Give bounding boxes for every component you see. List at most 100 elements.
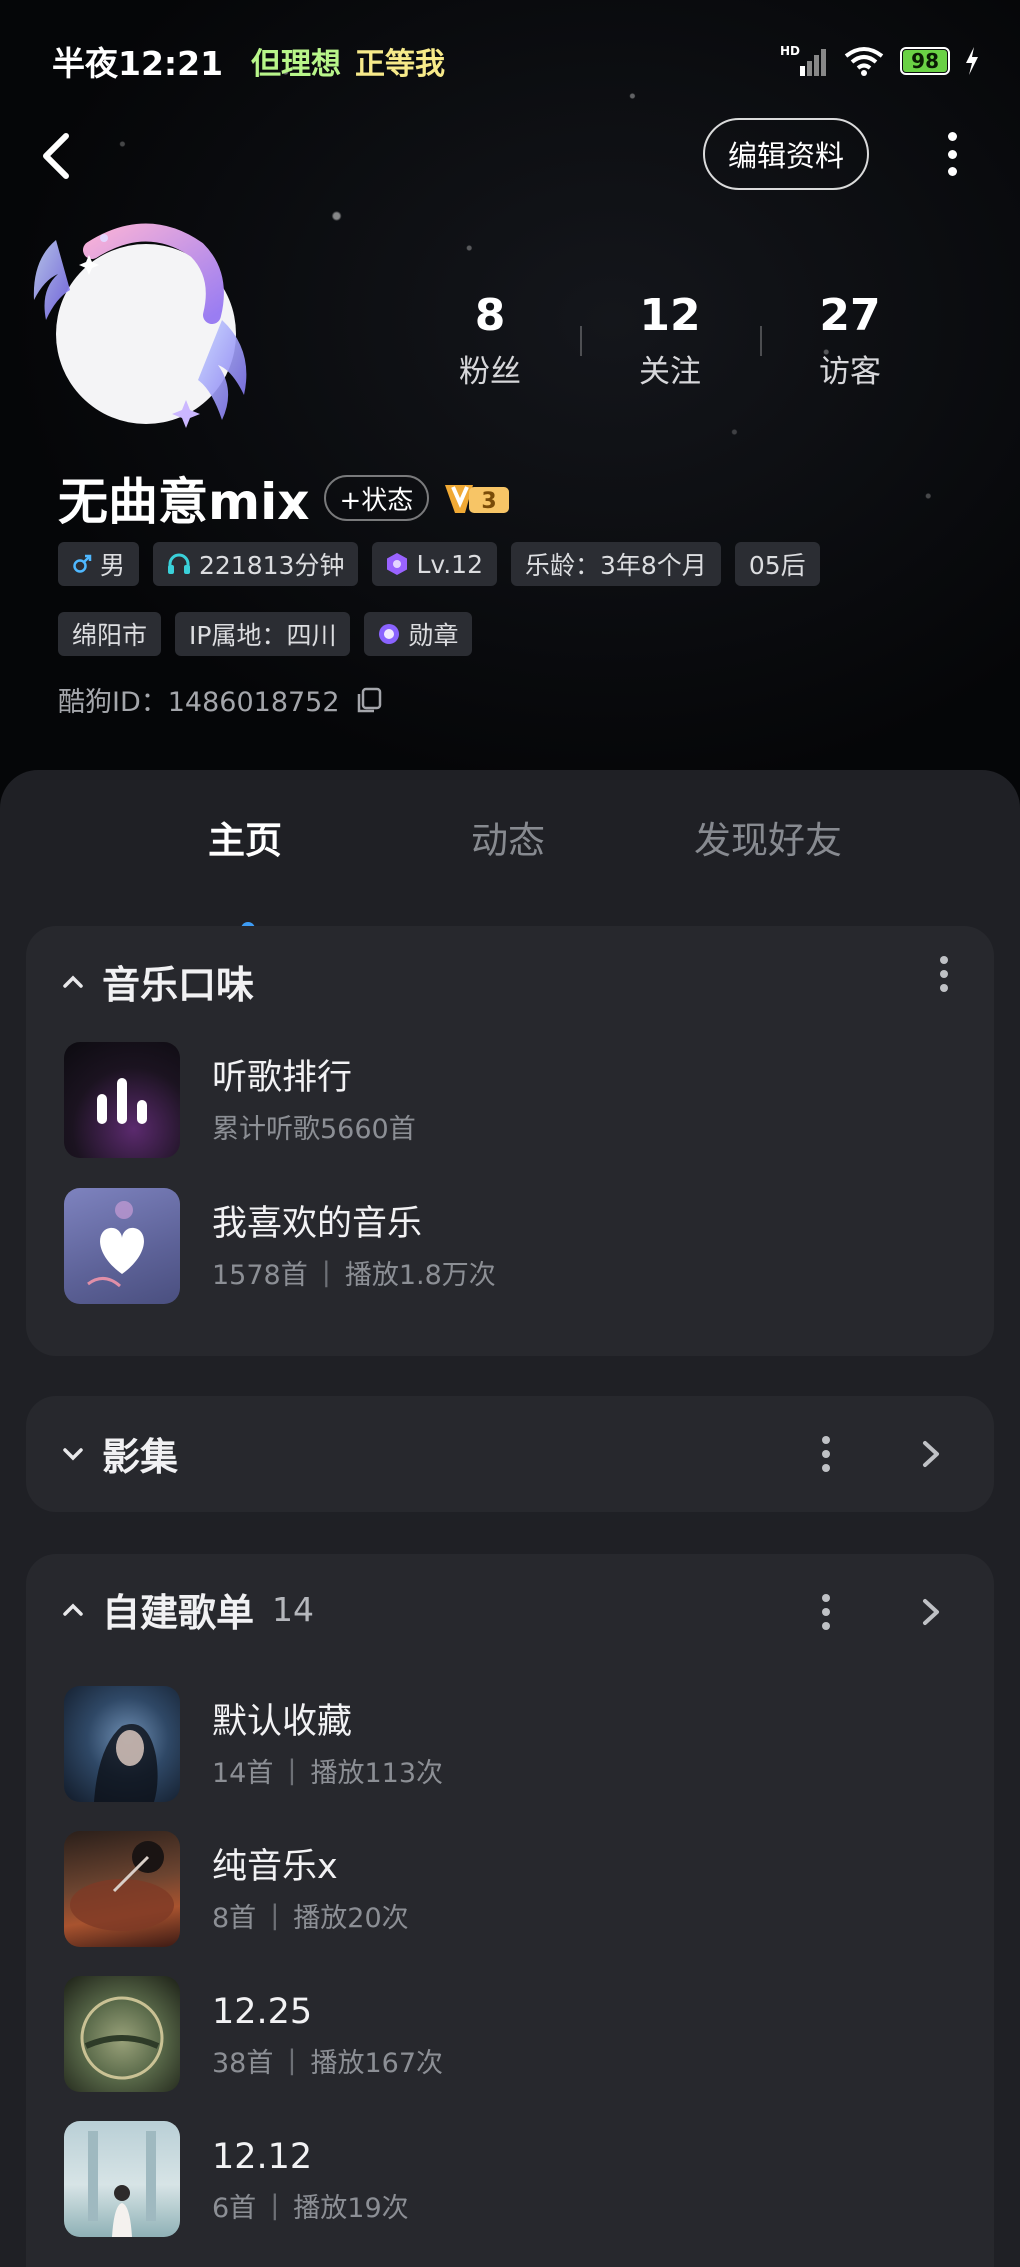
tag-level-label: Lv.12	[416, 549, 483, 579]
battery-level: 98	[903, 50, 947, 72]
stat-following-label: 关注	[639, 354, 701, 390]
tag-gender-label: 男	[100, 551, 126, 580]
stat-fans-value: 8	[474, 290, 506, 341]
list-item-title: 我喜欢的音乐	[212, 1203, 423, 1244]
landscape-circle-icon	[80, 1996, 164, 2080]
playlists-more-icon[interactable]	[820, 1594, 832, 1630]
heart-icon	[87, 1201, 144, 1288]
stat-following[interactable]: 12 关注	[580, 288, 760, 391]
playlist-subtitle: 14首 | 播放113次	[212, 1754, 444, 1789]
album-header[interactable]: 影集	[62, 1426, 178, 1481]
tag-medals-label: 勋章	[408, 621, 459, 650]
signal-icon: HD	[780, 44, 827, 76]
list-item-subtitle: 累计听歌5660首	[212, 1113, 416, 1145]
tab-feed[interactable]: 动态	[471, 810, 545, 864]
list-item-subtitle: 1578首 | 播放1.8万次	[212, 1256, 496, 1291]
list-item-liked-music[interactable]: 我喜欢的音乐 1578首 | 播放1.8万次	[64, 1188, 944, 1304]
listening-rank-cover	[64, 1042, 180, 1158]
playlist-title: 默认收藏	[212, 1701, 353, 1742]
avatar-frame-decoration	[33, 223, 247, 428]
profile-content-sheet: 主页 动态 发现好友 音乐口味 听歌排行 累计听歌5660首 我喜欢的音乐 15…	[0, 770, 1020, 2267]
playlists-count: 14	[272, 1590, 315, 1629]
playlists-header[interactable]: 自建歌单 14	[62, 1582, 314, 1637]
playlist-cover	[64, 2121, 180, 2237]
playlists-card: 自建歌单 14 默认收藏 14首 | 播放113次 纯音乐x 8首 | 播放20…	[26, 1554, 994, 2267]
list-item-title: 听歌排行	[212, 1057, 353, 1098]
stat-fans[interactable]: 8 粉丝	[400, 288, 580, 391]
stat-visitors[interactable]: 27 访客	[760, 288, 940, 391]
playlist-title: 纯音乐x	[212, 1846, 338, 1887]
liked-music-cover	[64, 1188, 180, 1304]
name-row: 无曲意mix +状态 3	[58, 462, 511, 534]
music-taste-more-icon[interactable]	[938, 956, 950, 992]
tag-city: 绵阳市	[58, 612, 162, 656]
kugou-id-text: 酷狗ID：1486018752	[58, 687, 340, 718]
now-playing-lyric-part1: 但理想	[251, 47, 342, 82]
chevron-up-icon[interactable]	[62, 1599, 84, 1621]
music-taste-title: 音乐口味	[102, 963, 255, 1007]
playlist-cover	[64, 1976, 180, 2092]
now-playing-lyric: 但理想 正等我	[251, 39, 445, 83]
tag-listen-time: 221813分钟	[153, 542, 359, 586]
copy-icon[interactable]	[354, 685, 384, 715]
avatar-with-frame[interactable]	[22, 220, 272, 430]
back-arrow-icon[interactable]	[36, 128, 76, 184]
stat-following-value: 12	[639, 290, 701, 341]
level-hexagon-icon	[387, 553, 408, 575]
edit-profile-button[interactable]: 编辑资料	[703, 118, 869, 190]
battery-icon: 98	[900, 47, 950, 75]
tag-gender: 男	[58, 542, 140, 586]
portrait-silhouette-icon	[94, 1724, 158, 1802]
playlist-item-pure-music[interactable]: 纯音乐x 8首 | 播放20次	[64, 1831, 944, 1947]
vip-badge-icon[interactable]: 3	[443, 479, 511, 517]
male-icon	[73, 554, 92, 573]
tag-listen-time-label: 221813分钟	[199, 551, 345, 580]
now-playing-lyric-part2: 正等我	[355, 47, 446, 82]
tag-generation: 05后	[734, 542, 820, 586]
music-taste-header[interactable]: 音乐口味	[62, 954, 254, 1009]
system-icons: HD 98	[780, 44, 980, 78]
medal-icon	[379, 624, 400, 644]
tag-medals[interactable]: 勋章	[364, 612, 473, 656]
headphones-icon	[168, 553, 191, 574]
album-arrow-right-icon[interactable]	[918, 1439, 944, 1469]
playlist-subtitle: 38首 | 播放167次	[212, 2044, 444, 2079]
more-options-icon[interactable]	[935, 132, 969, 176]
album-more-icon[interactable]	[820, 1436, 832, 1472]
charging-icon	[966, 47, 978, 75]
playlist-item-1225[interactable]: 12.25 38首 | 播放167次	[64, 1976, 944, 2092]
kugou-id: 酷狗ID：1486018752	[58, 680, 384, 719]
playlists-arrow-right-icon[interactable]	[918, 1597, 944, 1627]
tag-ip-location: IP属地：四川	[175, 612, 351, 656]
tag-music-age: 乐龄：3年8个月	[511, 542, 721, 586]
stat-visitors-value: 27	[819, 290, 881, 341]
tag-level[interactable]: Lv.12	[372, 542, 497, 586]
profile-stats: 8 粉丝 12 关注 27 访客	[400, 288, 940, 391]
profile-tags-row2: 绵阳市 IP属地：四川 勋章	[58, 612, 473, 656]
network-type-label: HD	[780, 44, 800, 58]
add-status-button[interactable]: +状态	[323, 475, 430, 521]
stat-visitors-label: 访客	[819, 354, 881, 390]
status-time: 半夜12:21	[52, 44, 224, 83]
stat-fans-label: 粉丝	[459, 354, 521, 390]
music-taste-card: 音乐口味 听歌排行 累计听歌5660首 我喜欢的音乐 1578首 | 播放1.8…	[26, 926, 994, 1356]
playlist-cover	[64, 1686, 180, 1802]
status-bar: 半夜12:21 但理想 正等我 HD 98	[52, 38, 980, 84]
chevron-up-icon[interactable]	[62, 971, 84, 993]
vinyl-record-icon	[70, 1841, 174, 1931]
playlists-title: 自建歌单	[102, 1591, 255, 1635]
playlist-subtitle: 6首 | 播放19次	[212, 2189, 409, 2224]
tab-discover-friends[interactable]: 发现好友	[694, 810, 842, 864]
playlist-title: 12.25	[212, 1991, 313, 2032]
vip-level: 3	[482, 489, 497, 514]
playlist-item-1212[interactable]: 12.12 6首 | 播放19次	[64, 2121, 944, 2237]
profile-tabs: 主页 动态 发现好友	[0, 810, 1020, 936]
rank-bars-icon	[97, 1078, 147, 1124]
figure-illustration-icon	[88, 2131, 156, 2237]
profile-tags-row1: 男 221813分钟 Lv.12 乐龄：3年8个月 05后	[58, 542, 820, 586]
list-item-listening-rank[interactable]: 听歌排行 累计听歌5660首	[64, 1042, 944, 1158]
playlist-item-default[interactable]: 默认收藏 14首 | 播放113次	[64, 1686, 944, 1802]
wifi-icon	[844, 47, 884, 76]
chevron-down-icon[interactable]	[62, 1443, 84, 1465]
tab-home[interactable]: 主页	[208, 810, 282, 864]
